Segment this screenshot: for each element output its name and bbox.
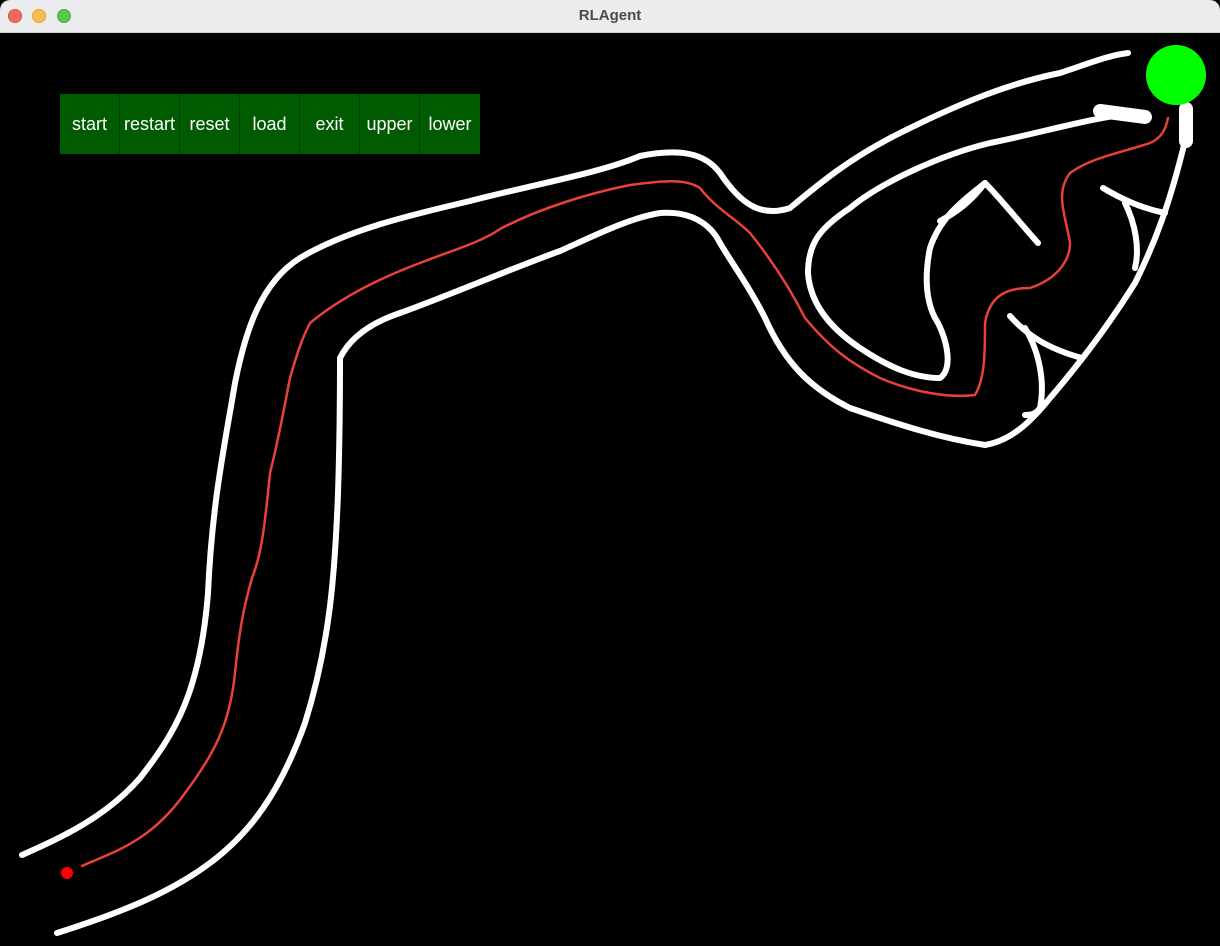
outer-track-wall [19,50,1131,858]
goal-gate-left [1093,104,1152,124]
control-toolbar: start restart reset load exit upper lowe… [60,94,480,154]
app-window: RLAgent start restart reset load exit up… [0,0,1220,946]
track-canvas[interactable] [0,33,1220,946]
center-obstacle [805,110,1138,381]
goal-marker [1146,45,1206,105]
reset-button[interactable]: reset [180,94,240,154]
track-walls [19,50,1188,936]
obstacle-spike-right-upper [1100,185,1168,271]
inner-track-wall [54,138,1188,936]
title-bar: RLAgent [0,0,1220,33]
load-button[interactable]: load [240,94,300,154]
track-thick-segments [1093,102,1193,148]
upper-button[interactable]: upper [360,94,420,154]
exit-button[interactable]: exit [300,94,360,154]
start-button[interactable]: start [60,94,120,154]
track-drawing [19,45,1206,936]
lower-button[interactable]: lower [420,94,480,154]
agent-trajectory [80,116,1170,868]
restart-button[interactable]: restart [120,94,180,154]
window-title: RLAgent [578,7,642,24]
agent-marker [61,867,73,879]
